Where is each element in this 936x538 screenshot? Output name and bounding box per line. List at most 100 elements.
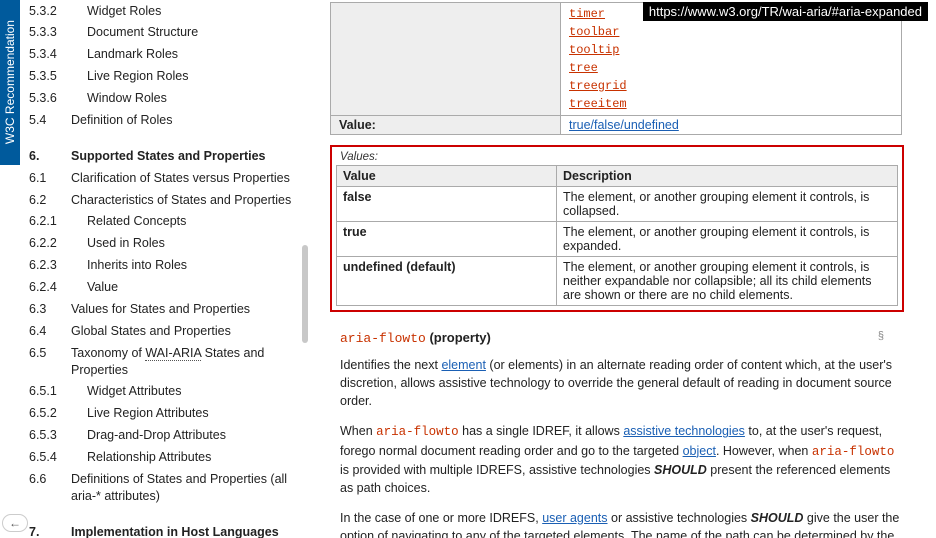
toc-item[interactable]: 6.5.3Drag-and-Drop Attributes [23, 425, 300, 447]
toc-item[interactable]: 5.3.5Live Region Roles [23, 66, 300, 88]
toc-title: Landmark Roles [71, 46, 300, 63]
toc-item[interactable]: 6.3Values for States and Properties [23, 298, 300, 320]
toc-title: Taxonomy of WAI-ARIA States and Properti… [71, 345, 300, 379]
toc-title: Live Region Roles [71, 68, 300, 85]
toc-title: Value [71, 279, 300, 296]
toc-item[interactable]: 6.Supported States and Properties [23, 145, 300, 167]
toc-item[interactable]: 6.2.1Related Concepts [23, 211, 300, 233]
related-roles-cell [331, 3, 561, 116]
role-link[interactable]: tree [569, 59, 893, 77]
toc-number: 6.3 [23, 301, 71, 318]
toc-number: 6.4 [23, 323, 71, 340]
toc-number: 6.5 [23, 345, 71, 362]
toc-item[interactable]: 6.4Global States and Properties [23, 320, 300, 342]
back-arrow-button[interactable]: ← [2, 514, 28, 532]
toc-title: Widget Attributes [71, 383, 300, 400]
toc-item[interactable]: 5.3.6Window Roles [23, 88, 300, 110]
aria-flowto-p2: When aria-flowto has a single IDREF, it … [340, 422, 902, 497]
w3c-recommendation-tab[interactable]: W3C Recommendation [0, 0, 20, 165]
toc-number: 6.2.3 [23, 257, 71, 274]
toc-item[interactable]: 6.1Clarification of States versus Proper… [23, 167, 300, 189]
toc-title: Document Structure [71, 24, 300, 41]
toc-item[interactable]: 5.3.4Landmark Roles [23, 44, 300, 66]
toc-item[interactable]: 6.5.2Live Region Attributes [23, 403, 300, 425]
url-overlay: https://www.w3.org/TR/wai-aria/#aria-exp… [643, 2, 928, 21]
toc-number: 6.5.2 [23, 405, 71, 422]
toc-title: Characteristics of States and Properties [71, 192, 300, 209]
role-link[interactable]: treegrid [569, 77, 893, 95]
role-link[interactable]: toolbar [569, 23, 893, 41]
toc-title: Definition of Roles [71, 112, 300, 129]
value-name: false [337, 187, 557, 222]
toc-number: 6.5.4 [23, 449, 71, 466]
toc-number: 5.4 [23, 112, 71, 129]
toc-number: 6.2.2 [23, 235, 71, 252]
link-element[interactable]: element [441, 358, 485, 372]
toc-item[interactable]: 5.4Definition of Roles [23, 109, 300, 131]
aria-flowto-p3: In the case of one or more IDREFS, user … [340, 509, 902, 538]
toc-item[interactable]: 7.Implementation in Host Languages [23, 521, 300, 538]
toc-number: 6.2 [23, 192, 71, 209]
toc-item[interactable]: 5.3.3Document Structure [23, 22, 300, 44]
value-description: The element, or another grouping element… [557, 222, 898, 257]
toc-title: Widget Roles [71, 3, 300, 20]
value-name: undefined (default) [337, 257, 557, 306]
table-row: Value: true/false/undefined [331, 116, 902, 135]
toc-item[interactable]: 6.5.1Widget Attributes [23, 381, 300, 403]
toc-number: 6.5.3 [23, 427, 71, 444]
toc-sidebar: 5.3.2Widget Roles5.3.3Document Structure… [23, 0, 308, 538]
toc-number: 6. [23, 148, 71, 165]
toc-number: 6.2.1 [23, 213, 71, 230]
toc-title: Definitions of States and Properties (al… [71, 471, 300, 505]
toc-title: Window Roles [71, 90, 300, 107]
role-link[interactable]: treeitem [569, 95, 893, 113]
main-content: timertoolbartooltiptreetreegridtreeitem … [320, 0, 920, 538]
toc-item[interactable]: 6.6Definitions of States and Properties … [23, 468, 300, 507]
value-cell: true/false/undefined [561, 116, 902, 135]
aria-flowto-p1: Identifies the next element (or elements… [340, 356, 902, 410]
value-description: The element, or another grouping element… [557, 257, 898, 306]
aria-flowto-suffix: (property) [426, 330, 491, 345]
toc-title: Live Region Attributes [71, 405, 300, 422]
values-header-value: Value [337, 166, 557, 187]
toc-item[interactable]: 6.2.3Inherits into Roles [23, 255, 300, 277]
toc-title: Implementation in Host Languages [71, 524, 300, 538]
values-caption: Values: [336, 149, 898, 165]
link-object[interactable]: object [683, 444, 716, 458]
toc-title: Drag-and-Drop Attributes [71, 427, 300, 444]
toc-title: Supported States and Properties [71, 148, 300, 165]
aria-flowto-code: aria-flowto [340, 331, 426, 346]
link-assistive-technologies[interactable]: assistive technologies [623, 424, 745, 438]
toc-item[interactable]: 5.3.2Widget Roles [23, 0, 300, 22]
toc-item[interactable]: 6.5Taxonomy of WAI-ARIA States and Prope… [23, 342, 300, 381]
toc-number: 6.1 [23, 170, 71, 187]
toc-number: 5.3.5 [23, 68, 71, 85]
sidebar-scrollbar-thumb[interactable] [302, 245, 308, 343]
value-description: The element, or another grouping element… [557, 187, 898, 222]
toc-title: Values for States and Properties [71, 301, 300, 318]
toc-item[interactable]: 6.5.4Relationship Attributes [23, 447, 300, 469]
role-link[interactable]: tooltip [569, 41, 893, 59]
toc-number: 5.3.6 [23, 90, 71, 107]
aria-flowto-heading: § aria-flowto (property) [340, 330, 904, 346]
toc-title: Global States and Properties [71, 323, 300, 340]
toc-title: Related Concepts [71, 213, 300, 230]
toc-item[interactable]: 6.2.4Value [23, 277, 300, 299]
toc-item[interactable]: 6.2Characteristics of States and Propert… [23, 189, 300, 211]
toc-number: 5.3.3 [23, 24, 71, 41]
section-mark[interactable]: § [878, 330, 884, 342]
value-link[interactable]: true/false/undefined [569, 118, 679, 132]
toc-title: Inherits into Roles [71, 257, 300, 274]
link-user-agents[interactable]: user agents [542, 511, 607, 525]
characteristics-table: timertoolbartooltiptreetreegridtreeitem … [330, 2, 902, 135]
toc-number: 7. [23, 524, 71, 538]
values-row: undefined (default)The element, or anoth… [337, 257, 898, 306]
values-row: trueThe element, or another grouping ele… [337, 222, 898, 257]
toc-number: 6.6 [23, 471, 71, 488]
toc-item[interactable]: 6.2.2Used in Roles [23, 233, 300, 255]
values-row: falseThe element, or another grouping el… [337, 187, 898, 222]
w3c-recommendation-label: W3C Recommendation [3, 20, 17, 144]
values-table: Value Description falseThe element, or a… [336, 165, 898, 306]
values-header-description: Description [557, 166, 898, 187]
toc-title: Clarification of States versus Propertie… [71, 170, 300, 187]
